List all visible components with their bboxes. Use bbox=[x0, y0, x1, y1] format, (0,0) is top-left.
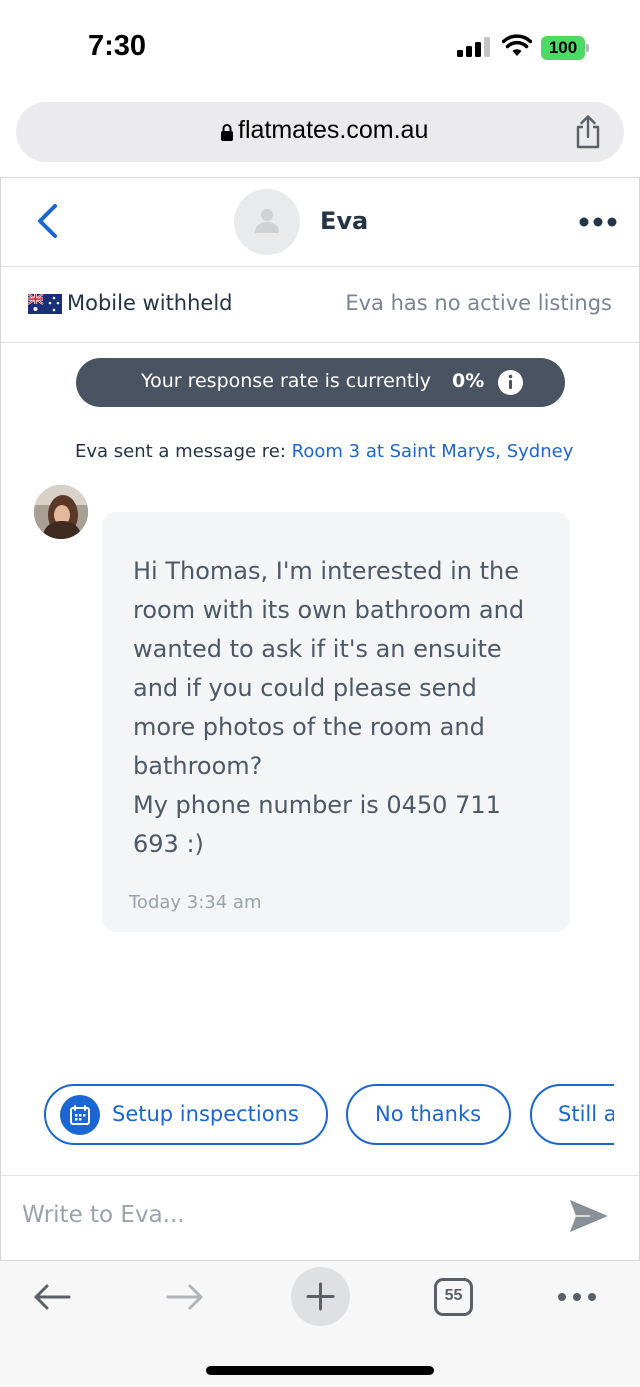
back-chevron-icon[interactable] bbox=[33, 203, 61, 239]
quick-replies: Setup inspections No thanks Still a bbox=[1, 1084, 614, 1146]
share-icon[interactable] bbox=[572, 114, 604, 150]
more-icon[interactable] bbox=[557, 1291, 597, 1303]
message-bubble: Hi Thomas, I'm interested in the room wi… bbox=[102, 512, 570, 932]
message-text: Hi Thomas, I'm interested in the room wi… bbox=[133, 557, 525, 858]
signal-icon bbox=[457, 37, 490, 57]
response-rate-value: 0% bbox=[452, 370, 485, 392]
mobile-status: Mobile withheld bbox=[67, 291, 233, 315]
listings-status: Eva has no active listings bbox=[345, 291, 612, 315]
australia-flag-icon bbox=[28, 294, 62, 314]
message-context: Eva sent a message re: Room 3 at Saint M… bbox=[75, 441, 573, 462]
plus-icon bbox=[306, 1282, 335, 1311]
listing-link[interactable]: Room 3 at Saint Marys, Sydney bbox=[292, 441, 574, 462]
message-input[interactable] bbox=[22, 1202, 542, 1228]
response-rate-text: Your response rate is currently bbox=[141, 370, 431, 392]
contact-info-row: Mobile withheld Eva has no active listin… bbox=[1, 267, 639, 343]
message-context-prefix: Eva sent a message re: bbox=[75, 441, 286, 462]
setup-inspections-label: Setup inspections bbox=[112, 1102, 299, 1126]
wifi-icon bbox=[502, 34, 532, 56]
conversation-header: Eva bbox=[1, 178, 639, 267]
send-icon[interactable] bbox=[568, 1198, 610, 1234]
status-bar: 7:30 100 bbox=[0, 0, 640, 96]
lock-icon bbox=[221, 124, 233, 141]
forward-arrow-icon[interactable] bbox=[165, 1283, 205, 1311]
no-thanks-label: No thanks bbox=[375, 1102, 482, 1126]
more-options-icon[interactable] bbox=[579, 212, 617, 232]
tabs-button[interactable]: 55 bbox=[434, 1278, 473, 1316]
contact-name[interactable]: Eva bbox=[320, 207, 368, 235]
browser-toolbar: 55 bbox=[0, 1260, 640, 1387]
still-available-label: Still a bbox=[558, 1102, 614, 1126]
home-indicator[interactable] bbox=[206, 1366, 434, 1375]
calendar-icon bbox=[60, 1095, 100, 1135]
address-bar[interactable]: flatmates.com.au bbox=[16, 102, 624, 162]
message-composer bbox=[1, 1175, 639, 1261]
setup-inspections-button[interactable]: Setup inspections bbox=[44, 1084, 328, 1145]
user-icon bbox=[255, 209, 279, 233]
info-icon[interactable] bbox=[498, 370, 523, 395]
conversation-panel: Eva Mobile withheld Eva has no active li… bbox=[0, 177, 640, 1260]
response-rate-banner: Your response rate is currently 0% bbox=[76, 358, 565, 407]
battery-icon: 100 bbox=[541, 36, 589, 60]
contact-avatar[interactable] bbox=[234, 189, 300, 255]
no-thanks-button[interactable]: No thanks bbox=[346, 1084, 511, 1145]
back-arrow-icon[interactable] bbox=[32, 1283, 72, 1311]
still-available-button[interactable]: Still a bbox=[530, 1084, 614, 1145]
battery-level: 100 bbox=[548, 38, 578, 57]
new-tab-button[interactable] bbox=[291, 1267, 350, 1326]
sender-avatar[interactable] bbox=[34, 485, 88, 539]
tab-count: 55 bbox=[444, 1287, 463, 1304]
url-text: flatmates.com.au bbox=[238, 116, 429, 144]
status-time: 7:30 bbox=[88, 30, 147, 62]
message-timestamp: Today 3:34 am bbox=[129, 892, 262, 913]
